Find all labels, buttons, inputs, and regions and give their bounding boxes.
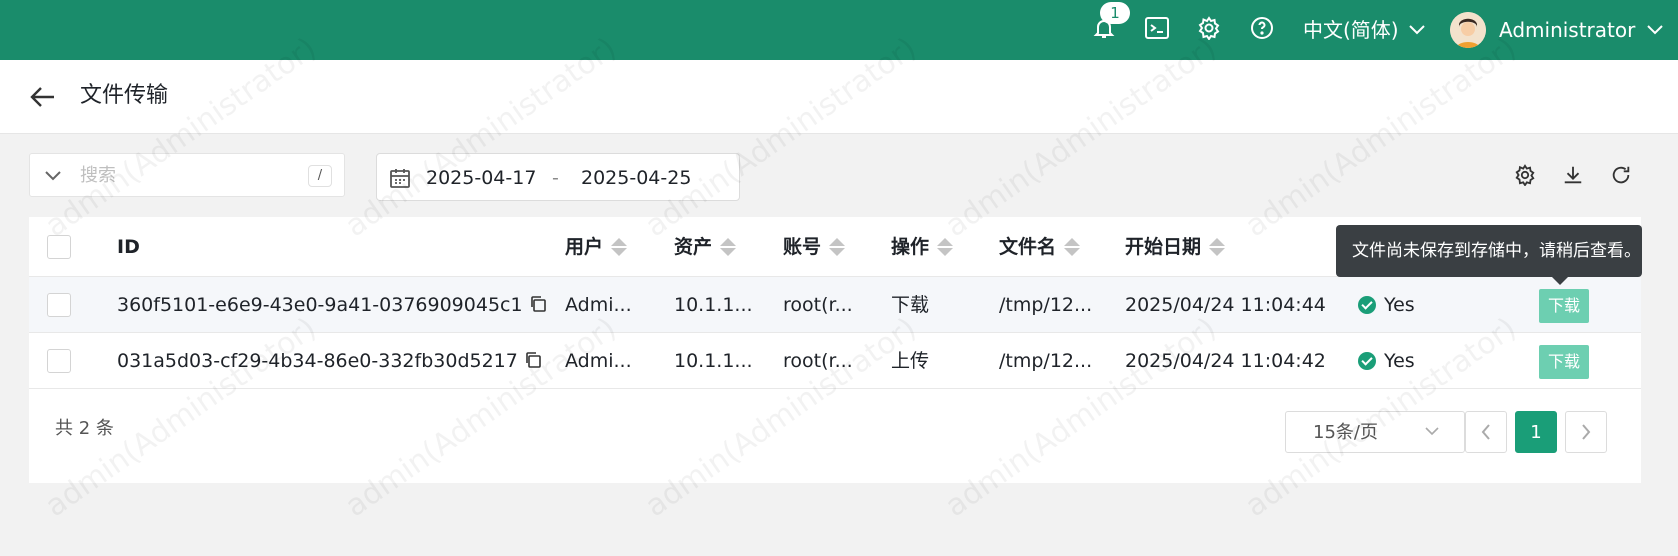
check-circle-icon [1358, 352, 1376, 370]
sort-icon[interactable] [1209, 238, 1226, 256]
refresh-icon[interactable] [1610, 164, 1634, 188]
sort-icon[interactable] [611, 238, 628, 256]
chevron-down-icon [1647, 25, 1664, 35]
table-row[interactable]: 031a5d03-cf29-4b34-86e0-332fb30d5217 Adm… [29, 333, 1641, 389]
download-icon[interactable] [1562, 164, 1586, 188]
column-header-account[interactable]: 账号 [783, 234, 846, 260]
user-name: Administrator [1499, 18, 1636, 42]
cell-asset: 10.1.1... [674, 294, 753, 316]
status-badge: Yes [1358, 347, 1415, 375]
check-circle-icon [1358, 296, 1376, 314]
prev-page-button[interactable] [1465, 411, 1507, 453]
cell-start-date: 2025/04/24 11:04:44 [1125, 294, 1326, 316]
date-end[interactable]: 2025-04-25 [581, 165, 691, 191]
sort-icon[interactable] [829, 238, 846, 256]
page-size-value: 15条/页 [1313, 422, 1378, 443]
chevron-left-icon [1481, 424, 1490, 440]
search-input[interactable]: 搜索 / [29, 153, 345, 197]
date-start[interactable]: 2025-04-17 [426, 165, 536, 191]
terminal-icon[interactable] [1145, 16, 1169, 40]
copy-icon[interactable] [529, 295, 547, 313]
download-button[interactable]: 下载 [1539, 289, 1589, 323]
cell-id: 031a5d03-cf29-4b34-86e0-332fb30d5217 [117, 347, 542, 375]
sort-icon[interactable] [1064, 238, 1081, 256]
status-badge: Yes [1358, 291, 1415, 319]
chevron-down-icon [1408, 25, 1425, 35]
page-size-select[interactable]: 15条/页 [1285, 411, 1465, 453]
column-header-filename[interactable]: 文件名 [999, 234, 1081, 260]
cell-account: root(r... [783, 294, 853, 316]
calendar-icon [390, 169, 410, 188]
sort-icon[interactable] [937, 238, 954, 256]
table-row[interactable]: 360f5101-e6e9-43e0-9a41-0376909045c1 Adm… [29, 277, 1641, 333]
cell-start-date: 2025/04/24 11:04:42 [1125, 350, 1326, 372]
search-placeholder: 搜索 [80, 165, 116, 186]
cell-filename: /tmp/12... [999, 294, 1093, 316]
language-selector[interactable]: 中文(简体) [1303, 17, 1425, 43]
column-header-asset[interactable]: 资产 [674, 234, 737, 260]
cell-user: Admi... [565, 294, 632, 316]
cell-operation: 下载 [891, 294, 930, 316]
date-range-picker[interactable]: 2025-04-17 - 2025-04-25 [376, 153, 740, 201]
shortcut-key-hint: / [308, 165, 332, 187]
notification-badge: 1 [1100, 2, 1130, 24]
page-header: 文件传输 [0, 60, 1678, 134]
chevron-down-icon[interactable] [44, 166, 62, 184]
download-button[interactable]: 下载 [1539, 345, 1589, 379]
total-count: 共 2 条 [55, 418, 114, 439]
back-arrow-icon[interactable] [30, 85, 56, 109]
date-separator: - [552, 167, 559, 189]
sort-icon[interactable] [720, 238, 737, 256]
gear-icon[interactable] [1514, 164, 1538, 188]
cell-user: Admi... [565, 350, 632, 372]
copy-icon[interactable] [524, 351, 542, 369]
language-label: 中文(简体) [1303, 18, 1399, 42]
cell-id: 360f5101-e6e9-43e0-9a41-0376909045c1 [117, 291, 547, 319]
column-header-user[interactable]: 用户 [565, 234, 628, 260]
user-menu[interactable]: Administrator [1499, 16, 1664, 44]
column-header-start-date[interactable]: 开始日期 [1125, 234, 1226, 260]
page-title: 文件传输 [80, 83, 169, 108]
row-checkbox[interactable] [47, 293, 71, 317]
chevron-right-icon [1582, 424, 1591, 440]
help-circle-icon[interactable] [1250, 16, 1274, 40]
chevron-down-icon [1425, 427, 1439, 436]
row-checkbox[interactable] [47, 349, 71, 373]
tooltip: 文件尚未保存到存储中，请稍后查看。 [1336, 225, 1642, 285]
column-header-operation[interactable]: 操作 [891, 234, 954, 260]
next-page-button[interactable] [1565, 411, 1607, 453]
cell-filename: /tmp/12... [999, 350, 1093, 372]
cell-operation: 上传 [891, 350, 930, 372]
cell-account: root(r... [783, 350, 853, 372]
cell-asset: 10.1.1... [674, 350, 753, 372]
gear-icon[interactable] [1197, 16, 1221, 40]
avatar[interactable] [1450, 12, 1486, 48]
page-button-current[interactable]: 1 [1515, 411, 1557, 453]
select-all-checkbox[interactable] [47, 235, 71, 259]
top-bar: 1 中文(简体) Administrator [0, 0, 1678, 60]
column-header-id: ID [117, 236, 140, 258]
